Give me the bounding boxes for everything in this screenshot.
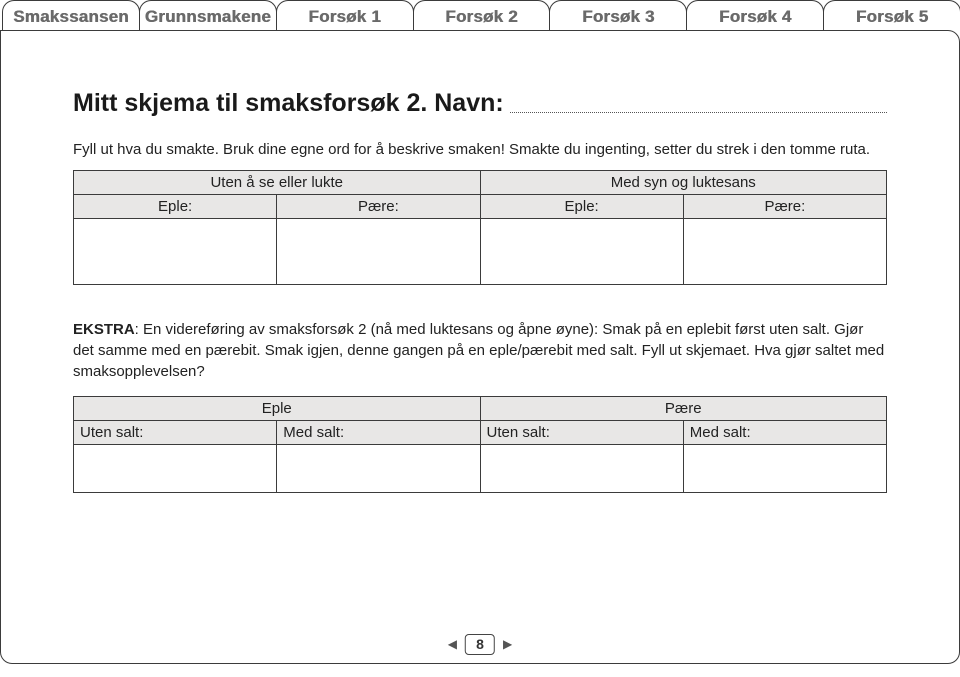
extra-body: : En videreføring av smaksforsøk 2 (nå m… (73, 321, 884, 380)
table1-header-with: Med syn og luktesans (480, 170, 887, 194)
extra-label: EKSTRA (73, 321, 135, 338)
table2-cell[interactable] (480, 444, 683, 492)
table1-col-paere-b: Pære: (683, 194, 886, 218)
table2-col-uten-a: Uten salt: (74, 420, 277, 444)
table1-col-eple-b: Eple: (480, 194, 683, 218)
tab-forsok-1[interactable]: Forsøk 1 (276, 0, 414, 31)
extra-text: EKSTRA: En videreføring av smaksforsøk 2… (73, 319, 887, 382)
tab-forsok-4[interactable]: Forsøk 4 (686, 0, 824, 31)
table2-header-paere: Pære (480, 396, 887, 420)
tab-forsok-5[interactable]: Forsøk 5 (823, 0, 960, 31)
instructions-text: Fyll ut hva du smakte. Bruk dine egne or… (73, 140, 887, 160)
name-input-line[interactable] (510, 112, 887, 113)
table2-col-med-a: Med salt: (277, 420, 480, 444)
next-page-icon[interactable]: ▶ (503, 637, 512, 651)
page-indicator: ◀ 8 ▶ (448, 634, 512, 655)
table1-col-paere-a: Pære: (277, 194, 480, 218)
table2-cell[interactable] (74, 444, 277, 492)
tab-forsok-3[interactable]: Forsøk 3 (549, 0, 687, 31)
table-salt: Eple Pære Uten salt: Med salt: Uten salt… (73, 396, 887, 493)
table2-header-eple: Eple (74, 396, 481, 420)
prev-page-icon[interactable]: ◀ (448, 637, 457, 651)
content-area: Mitt skjema til smaksforsøk 2. Navn: Fyl… (1, 31, 959, 537)
table2-col-med-b: Med salt: (683, 420, 886, 444)
table2-col-uten-b: Uten salt: (480, 420, 683, 444)
tab-grunnsmakene[interactable]: Grunnsmakene (139, 0, 277, 31)
title-row: Mitt skjema til smaksforsøk 2. Navn: (73, 89, 887, 118)
table1-cell[interactable] (480, 218, 683, 284)
tab-bar: Smakssansen Grunnsmakene Forsøk 1 Forsøk… (0, 0, 960, 31)
page-number: 8 (465, 634, 495, 655)
table1-header-without: Uten å se eller lukte (74, 170, 481, 194)
table1-cell[interactable] (683, 218, 886, 284)
tab-smakssansen[interactable]: Smakssansen (2, 0, 140, 31)
table2-cell[interactable] (683, 444, 886, 492)
table1-cell[interactable] (74, 218, 277, 284)
table1-cell[interactable] (277, 218, 480, 284)
page-title: Mitt skjema til smaksforsøk 2. Navn: (73, 89, 504, 118)
table1-col-eple-a: Eple: (74, 194, 277, 218)
tab-forsok-2[interactable]: Forsøk 2 (413, 0, 551, 32)
page-frame: Mitt skjema til smaksforsøk 2. Navn: Fyl… (0, 30, 960, 664)
table2-cell[interactable] (277, 444, 480, 492)
table-senses: Uten å se eller lukte Med syn og luktesa… (73, 170, 887, 285)
